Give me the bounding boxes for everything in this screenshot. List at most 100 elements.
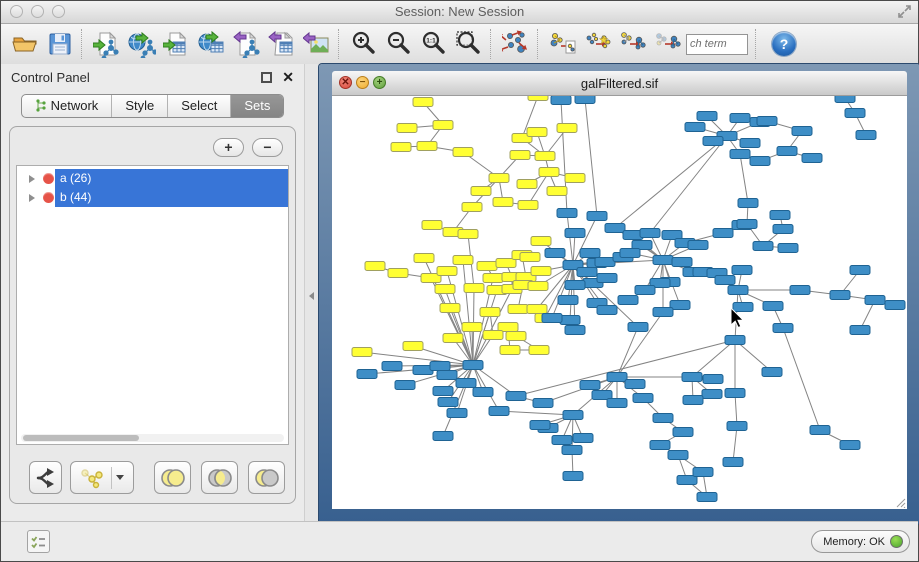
graph-node-yellow[interactable] — [527, 128, 547, 137]
graph-node-yellow[interactable] — [435, 285, 455, 294]
graph-node-yellow[interactable] — [483, 331, 503, 340]
zoom-actual-button[interactable]: 1:1 — [416, 27, 451, 61]
graph-node-yellow[interactable] — [508, 305, 528, 314]
maximize-network-button[interactable]: + — [373, 76, 386, 89]
tab-select[interactable]: Select — [168, 95, 231, 117]
graph-node-blue[interactable] — [770, 211, 790, 220]
scrollbar-thumb[interactable] — [23, 435, 139, 441]
graph-node-blue[interactable] — [552, 436, 572, 445]
graph-node-blue[interactable] — [587, 212, 607, 221]
zoom-fit-selected-button[interactable] — [451, 27, 486, 61]
merge-networks-button[interactable] — [615, 27, 650, 61]
graph-node-blue[interactable] — [545, 249, 565, 258]
graph-node-blue[interactable] — [728, 286, 748, 295]
graph-node-yellow[interactable] — [422, 221, 442, 230]
graph-node-blue[interactable] — [725, 336, 745, 345]
graph-node-yellow[interactable] — [397, 124, 417, 133]
graph-node-yellow[interactable] — [458, 230, 478, 239]
graph-node-blue[interactable] — [693, 468, 713, 477]
graph-node-blue[interactable] — [633, 394, 653, 403]
network-graph[interactable] — [332, 96, 907, 509]
graph-node-blue[interactable] — [773, 225, 793, 234]
graph-node-blue[interactable] — [762, 368, 782, 377]
import-network-web-button[interactable] — [124, 27, 159, 61]
fullscreen-icon[interactable] — [896, 3, 913, 20]
graph-node-yellow[interactable] — [535, 152, 555, 161]
graph-node-blue[interactable] — [778, 244, 798, 253]
graph-node-blue[interactable] — [750, 157, 770, 166]
graph-node-blue[interactable] — [850, 266, 870, 275]
graph-node-blue[interactable] — [715, 276, 735, 285]
tab-style[interactable]: Style — [112, 95, 168, 117]
graph-node-blue[interactable] — [542, 314, 562, 323]
venn-difference-button[interactable] — [248, 461, 285, 494]
import-network-file-button[interactable] — [89, 27, 124, 61]
graph-node-blue[interactable] — [489, 407, 509, 416]
expander-triangle-icon[interactable] — [29, 175, 35, 183]
graph-node-yellow[interactable] — [453, 256, 473, 265]
graph-node-yellow[interactable] — [489, 174, 509, 183]
graph-node-blue[interactable] — [382, 362, 402, 371]
graph-node-blue[interactable] — [625, 380, 645, 389]
graph-node-blue[interactable] — [740, 139, 760, 148]
network-window-title-bar[interactable]: ✕ − + galFiltered.sif — [332, 71, 907, 96]
graph-node-yellow[interactable] — [462, 323, 482, 332]
zoom-out-button[interactable] — [381, 27, 416, 61]
graph-node-blue[interactable] — [563, 472, 583, 481]
graph-node-blue[interactable] — [777, 147, 797, 156]
graph-node-yellow[interactable] — [518, 201, 538, 210]
graph-node-blue[interactable] — [802, 154, 822, 163]
graph-node-blue[interactable] — [840, 441, 860, 450]
graph-node-blue[interactable] — [557, 209, 577, 218]
import-table-file-button[interactable] — [159, 27, 194, 61]
graph-node-blue[interactable] — [727, 422, 747, 431]
resize-grip-icon[interactable] — [893, 495, 906, 508]
graph-node-yellow[interactable] — [483, 274, 503, 283]
open-folder-button[interactable] — [7, 27, 42, 61]
graph-node-yellow[interactable] — [565, 174, 585, 183]
graph-node-blue[interactable] — [628, 323, 648, 332]
graph-node-yellow[interactable] — [433, 121, 453, 130]
graph-node-blue[interactable] — [682, 373, 702, 382]
graph-node-blue[interactable] — [773, 324, 793, 333]
graph-node-yellow[interactable] — [453, 148, 473, 157]
tab-network[interactable]: Network — [22, 95, 113, 117]
import-table-web-button[interactable] — [194, 27, 229, 61]
graph-node-blue[interactable] — [653, 308, 673, 317]
graph-node-blue[interactable] — [683, 396, 703, 405]
graph-node-yellow[interactable] — [462, 203, 482, 212]
split-set-button[interactable] — [29, 461, 62, 494]
set-list-item[interactable]: a (26) — [17, 169, 288, 188]
graph-node-yellow[interactable] — [527, 305, 547, 314]
export-network-button[interactable] — [229, 27, 264, 61]
graph-node-blue[interactable] — [533, 399, 553, 408]
graph-node-blue[interactable] — [565, 229, 585, 238]
graph-node-yellow[interactable] — [528, 282, 548, 291]
graph-node-yellow[interactable] — [464, 284, 484, 293]
graph-node-blue[interactable] — [530, 421, 550, 430]
graph-node-blue[interactable] — [653, 256, 673, 265]
graph-node-blue[interactable] — [473, 388, 493, 397]
new-network-from-selection-button[interactable] — [545, 27, 580, 61]
help-button[interactable]: ? — [772, 32, 796, 56]
graph-node-blue[interactable] — [650, 441, 670, 450]
graph-node-blue[interactable] — [433, 387, 453, 396]
export-image-button[interactable] — [299, 27, 334, 61]
graph-node-yellow[interactable] — [388, 269, 408, 278]
graph-node-blue[interactable] — [560, 316, 580, 325]
graph-node-yellow[interactable] — [547, 187, 567, 196]
minimize-network-button[interactable]: − — [356, 76, 369, 89]
graph-node-yellow[interactable] — [528, 96, 548, 101]
remove-set-button[interactable]: − — [252, 138, 283, 157]
search-input[interactable]: ch term — [686, 34, 748, 55]
graph-node-blue[interactable] — [580, 249, 600, 258]
graph-node-blue[interactable] — [640, 229, 660, 238]
graph-node-blue[interactable] — [456, 379, 476, 388]
set-list-item[interactable]: b (44) — [17, 188, 288, 207]
graph-node-blue[interactable] — [703, 137, 723, 146]
graph-node-blue[interactable] — [618, 296, 638, 305]
graph-node-blue[interactable] — [763, 302, 783, 311]
graph-node-yellow[interactable] — [520, 253, 540, 262]
graph-node-yellow[interactable] — [500, 346, 520, 355]
graph-node-blue[interactable] — [607, 399, 627, 408]
